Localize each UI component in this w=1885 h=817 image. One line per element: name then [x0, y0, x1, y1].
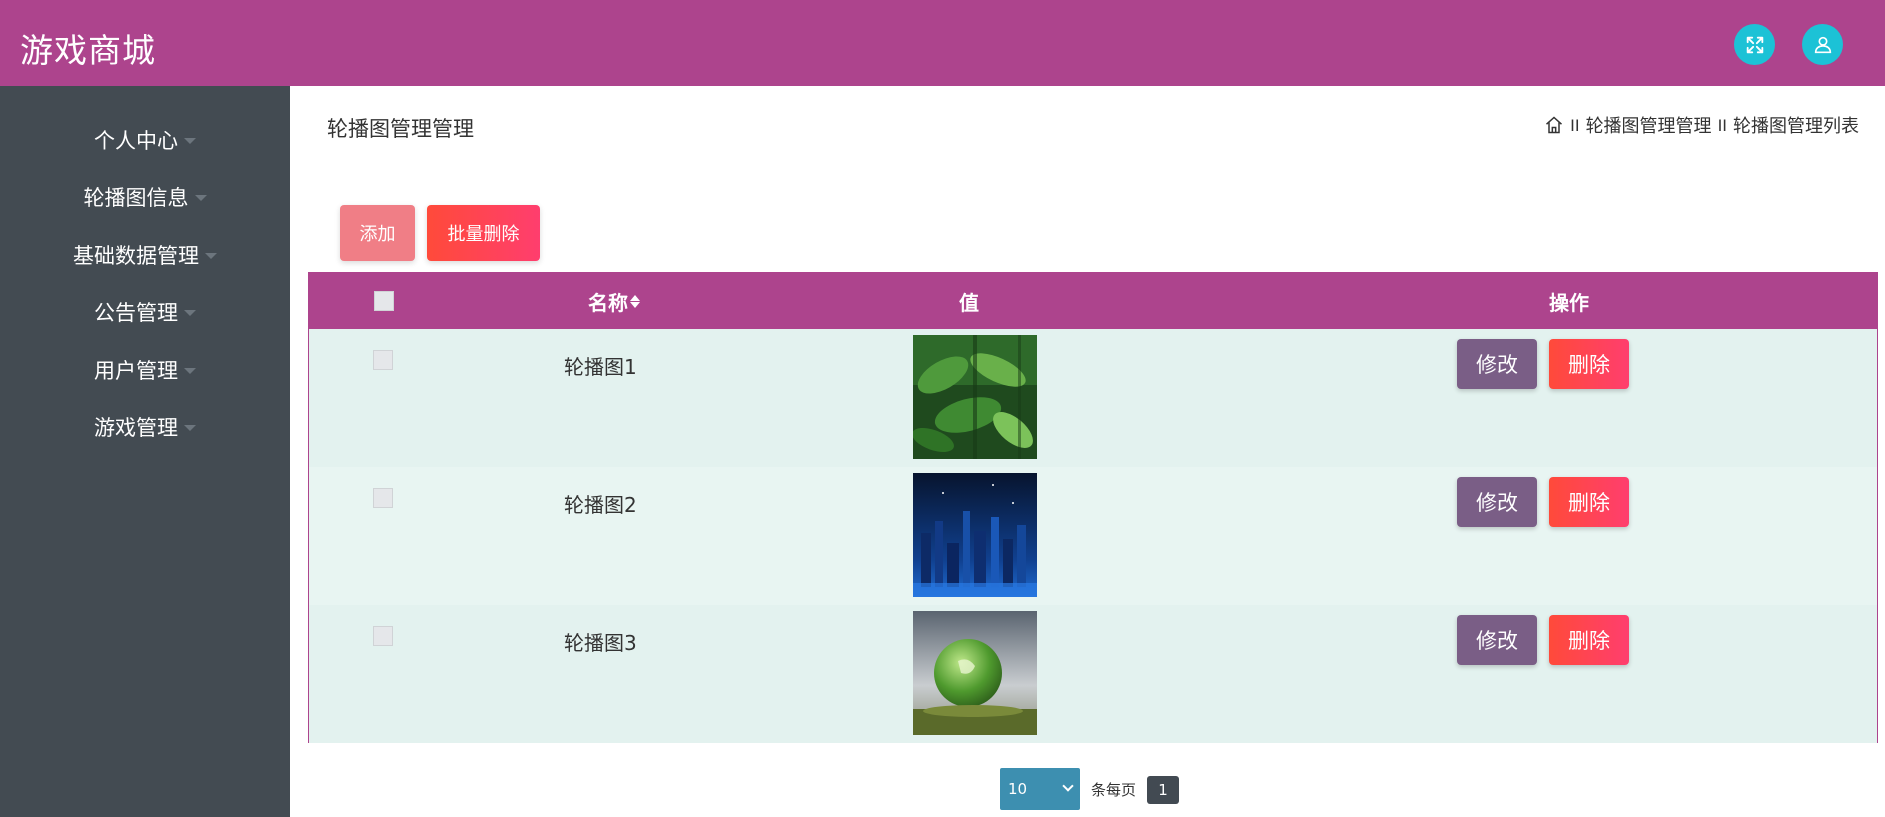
sidebar-item-carousel-info[interactable]: 轮播图信息	[0, 177, 290, 217]
edit-button[interactable]: 修改	[1457, 477, 1537, 527]
home-icon[interactable]	[1544, 115, 1564, 135]
breadcrumb-separator: II	[1570, 115, 1580, 135]
caret-down-icon	[184, 138, 196, 144]
row-name: 轮播图1	[564, 355, 637, 379]
page-size-value: 10	[1008, 780, 1028, 798]
batch-delete-button[interactable]: 批量删除	[427, 205, 540, 261]
expand-arrows-icon	[1746, 36, 1763, 53]
sidebar-item-label: 基础数据管理	[73, 244, 199, 268]
sort-icon[interactable]	[630, 294, 640, 308]
add-button[interactable]: 添加	[340, 205, 415, 261]
brand-title: 游戏商城	[20, 31, 156, 70]
caret-down-icon	[194, 195, 207, 201]
caret-down-icon	[184, 310, 196, 316]
sidebar-item-label: 个人中心	[94, 129, 178, 153]
delete-button[interactable]: 删除	[1549, 339, 1629, 389]
user-icon	[1814, 36, 1831, 53]
caret-down-icon	[184, 368, 196, 374]
delete-button[interactable]: 删除	[1549, 477, 1629, 527]
table-row: 轮播图1 修改 删除	[309, 329, 1877, 467]
column-header-actions: 操作	[1549, 290, 1589, 315]
breadcrumb: II 轮播图管理管理 II 轮播图管理列表	[1544, 112, 1859, 138]
jungle-leaves-image	[913, 335, 1037, 459]
row-checkbox[interactable]	[373, 350, 393, 370]
breadcrumb-item: 轮播图管理列表	[1733, 116, 1859, 137]
select-all-checkbox[interactable]	[374, 291, 394, 311]
row-checkbox[interactable]	[373, 488, 393, 508]
page-size-select[interactable]: 10	[1000, 768, 1080, 810]
edit-button[interactable]: 修改	[1457, 615, 1537, 665]
sidebar-item-games[interactable]: 游戏管理	[0, 407, 290, 447]
per-page-label: 条每页	[1091, 781, 1137, 799]
delete-button[interactable]: 删除	[1549, 615, 1629, 665]
breadcrumb-item[interactable]: 轮播图管理管理	[1586, 112, 1712, 138]
row-name: 轮播图3	[564, 631, 637, 655]
column-header-label: 名称	[588, 290, 628, 315]
chevron-down-icon	[1062, 780, 1074, 792]
data-table: 名称 值 操作 轮播图1 修改 删除 轮播图2 修改 删除 轮播图3 修改 删除	[308, 272, 1878, 743]
sidebar-item-announcements[interactable]: 公告管理	[0, 292, 290, 332]
row-name: 轮播图2	[564, 493, 637, 517]
table-row: 轮播图3 修改 删除	[309, 605, 1877, 743]
caret-down-icon	[184, 425, 196, 431]
select-all-cell	[374, 273, 394, 329]
edit-button[interactable]: 修改	[1457, 339, 1537, 389]
sidebar: 个人中心 轮播图信息 基础数据管理 公告管理 用户管理 游戏管理	[0, 86, 290, 817]
fullscreen-button[interactable]	[1734, 24, 1775, 65]
column-header-value: 值	[959, 290, 979, 315]
page-title: 轮播图管理管理	[327, 117, 474, 141]
user-menu-button[interactable]	[1802, 24, 1843, 65]
column-header-name[interactable]: 名称	[574, 273, 654, 329]
sidebar-item-label: 用户管理	[94, 359, 178, 383]
sidebar-item-users[interactable]: 用户管理	[0, 350, 290, 390]
sidebar-item-base-data[interactable]: 基础数据管理	[0, 235, 290, 275]
sidebar-item-label: 轮播图信息	[83, 186, 189, 210]
sidebar-item-personal-center[interactable]: 个人中心	[0, 120, 290, 160]
green-globe-image	[913, 611, 1037, 735]
table-row: 轮播图2 修改 删除	[309, 467, 1877, 605]
sidebar-item-label: 游戏管理	[94, 416, 178, 440]
table-header: 名称 值 操作	[309, 273, 1877, 329]
night-city-image	[913, 473, 1037, 597]
caret-down-icon	[205, 253, 217, 259]
breadcrumb-separator: II	[1717, 115, 1727, 135]
row-checkbox[interactable]	[373, 626, 393, 646]
sidebar-item-label: 公告管理	[94, 301, 178, 325]
page-number-button[interactable]: 1	[1147, 776, 1179, 804]
top-header: 游戏商城	[0, 0, 1885, 86]
